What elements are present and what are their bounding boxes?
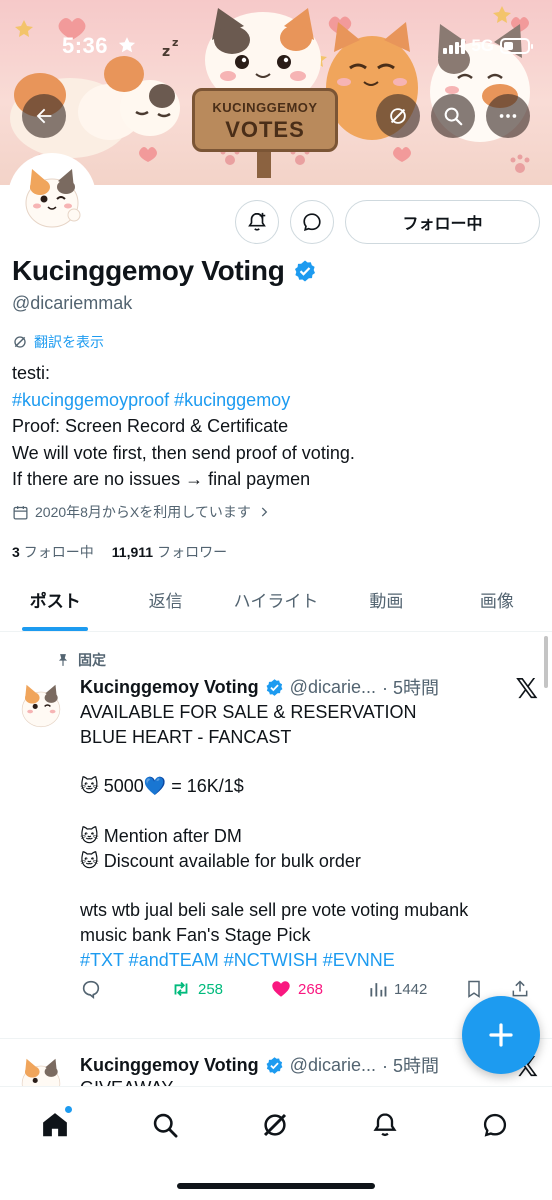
nav-notifications[interactable] (363, 1103, 407, 1147)
reply-icon (82, 980, 100, 999)
notification-dot (64, 1105, 73, 1114)
home-icon (43, 1113, 67, 1137)
hashtag-link[interactable]: #kucinggemoy (174, 390, 290, 410)
search-icon (444, 107, 463, 126)
verified-icon (266, 678, 283, 696)
avatar-cat-image (12, 676, 70, 734)
display-name: Kucinggemoy Voting (12, 255, 285, 286)
nav-messages[interactable] (473, 1103, 517, 1147)
post-header: Kucinggemoy Voting @dicarie... · 5時間 (80, 674, 439, 700)
retweet-button[interactable]: 258 (170, 978, 270, 1000)
retweet-icon (174, 981, 188, 997)
bookmark-icon (468, 980, 480, 998)
translate-link[interactable]: 翻訳を表示 (12, 332, 104, 352)
post-avatar[interactable] (12, 1050, 70, 1086)
search-button[interactable] (431, 94, 475, 138)
post-author-handle: @dicarie... (289, 676, 376, 697)
share-icon (512, 980, 528, 997)
star-icon (118, 37, 135, 53)
verified-icon (294, 260, 315, 282)
like-icon (272, 981, 290, 997)
views-button[interactable]: 1442 (368, 979, 464, 999)
nav-grok[interactable] (253, 1103, 297, 1147)
compose-plus-icon (489, 1023, 513, 1047)
nav-home[interactable] (33, 1103, 77, 1147)
grok-translate-icon (14, 336, 26, 348)
search-icon (153, 1113, 178, 1138)
tab-media[interactable]: 画像 (442, 580, 552, 631)
following-stat[interactable]: 3 フォロー中 (12, 542, 94, 562)
notify-button[interactable] (235, 200, 279, 244)
status-time: 5:36 (62, 33, 137, 59)
hashtag-link[interactable]: #kucinggemoyproof (12, 390, 169, 410)
tab-highlights[interactable]: ハイライト (221, 580, 331, 631)
tab-replies[interactable]: 返信 (110, 580, 220, 631)
sign-line-1: KUCINGGEMOY (212, 100, 318, 115)
status-indicators: 5G (443, 36, 533, 56)
post-hashtags[interactable]: #TXT #andTEAM #NCTWISH #EVNNE (80, 948, 540, 973)
profile-name-row: Kucinggemoy Voting (12, 255, 317, 287)
pin-icon (58, 654, 68, 666)
back-arrow-icon (36, 108, 52, 124)
home-indicator (177, 1183, 375, 1189)
post-time: · 5時間 (381, 1056, 439, 1076)
avatar-cat-image (12, 157, 92, 237)
calendar-icon (13, 505, 28, 520)
banner-vote-sign: KUCINGGEMOY VOTES (192, 88, 338, 152)
pinned-label: 固定 (56, 650, 106, 670)
grok-icon (263, 1113, 287, 1137)
like-button[interactable]: 268 (270, 978, 368, 1000)
tab-videos[interactable]: 動画 (331, 580, 441, 631)
views-icon (370, 983, 387, 997)
reply-button[interactable] (80, 978, 170, 1000)
more-icon (499, 114, 517, 118)
following-button[interactable]: フォロー中 (345, 200, 540, 244)
compose-button[interactable] (462, 996, 540, 1074)
notify-plus-icon (248, 212, 266, 231)
followers-stat[interactable]: 11,911 フォロワー (112, 542, 227, 562)
post-avatar[interactable] (12, 676, 70, 734)
back-button[interactable] (22, 94, 66, 138)
post-author-name[interactable]: Kucinggemoy Voting (80, 1055, 259, 1076)
profile-handle: @dicariemmak (12, 293, 133, 313)
message-icon (303, 213, 321, 231)
sign-line-2: VOTES (225, 117, 305, 142)
retweet-cycle-icon (390, 108, 406, 124)
dm-icon (483, 1113, 507, 1137)
joined-date[interactable]: 2020年8月からXを利用しています (12, 502, 271, 522)
post-time: · 5時間 (381, 678, 439, 698)
signal-icon (443, 38, 466, 54)
grok-button[interactable] (376, 94, 420, 138)
post-author-handle: @dicarie... (289, 1054, 376, 1075)
more-button[interactable] (486, 94, 530, 138)
chevron-right-icon (261, 507, 268, 517)
status-bar: 5:36 5G (0, 0, 552, 90)
profile-bio: testi: #kucinggemoyproof #kucinggemoy Pr… (12, 363, 355, 489)
bottom-nav (0, 1086, 552, 1200)
share-button[interactable] (510, 979, 540, 999)
scrollbar[interactable] (544, 636, 548, 688)
network-type: 5G (471, 36, 494, 55)
post-author-name[interactable]: Kucinggemoy Voting (80, 677, 259, 698)
follow-stats: 3 フォロー中 11,911 フォロワー (12, 542, 227, 562)
blue-heart-emoji: 💙 (143, 776, 167, 797)
tab-posts[interactable]: ポスト (0, 580, 110, 631)
post-header: Kucinggemoy Voting @dicarie... · 5時間 (80, 1052, 439, 1078)
profile-tabs: ポスト 返信 ハイライト 動画 画像 (0, 580, 552, 632)
post-text: AVAILABLE FOR SALE & RESERVATION BLUE HE… (80, 700, 540, 973)
post-preview-text: GIVEAWAY (80, 1078, 173, 1086)
message-button[interactable] (290, 200, 334, 244)
sign-post (257, 150, 271, 178)
battery-icon (500, 38, 533, 54)
bell-icon (373, 1113, 397, 1137)
profile-avatar[interactable] (8, 153, 96, 241)
verified-icon (266, 1056, 283, 1074)
avatar-cat-image (12, 1050, 70, 1086)
post-actions: 258 268 1442 (80, 978, 540, 1000)
nav-search[interactable] (143, 1103, 187, 1147)
